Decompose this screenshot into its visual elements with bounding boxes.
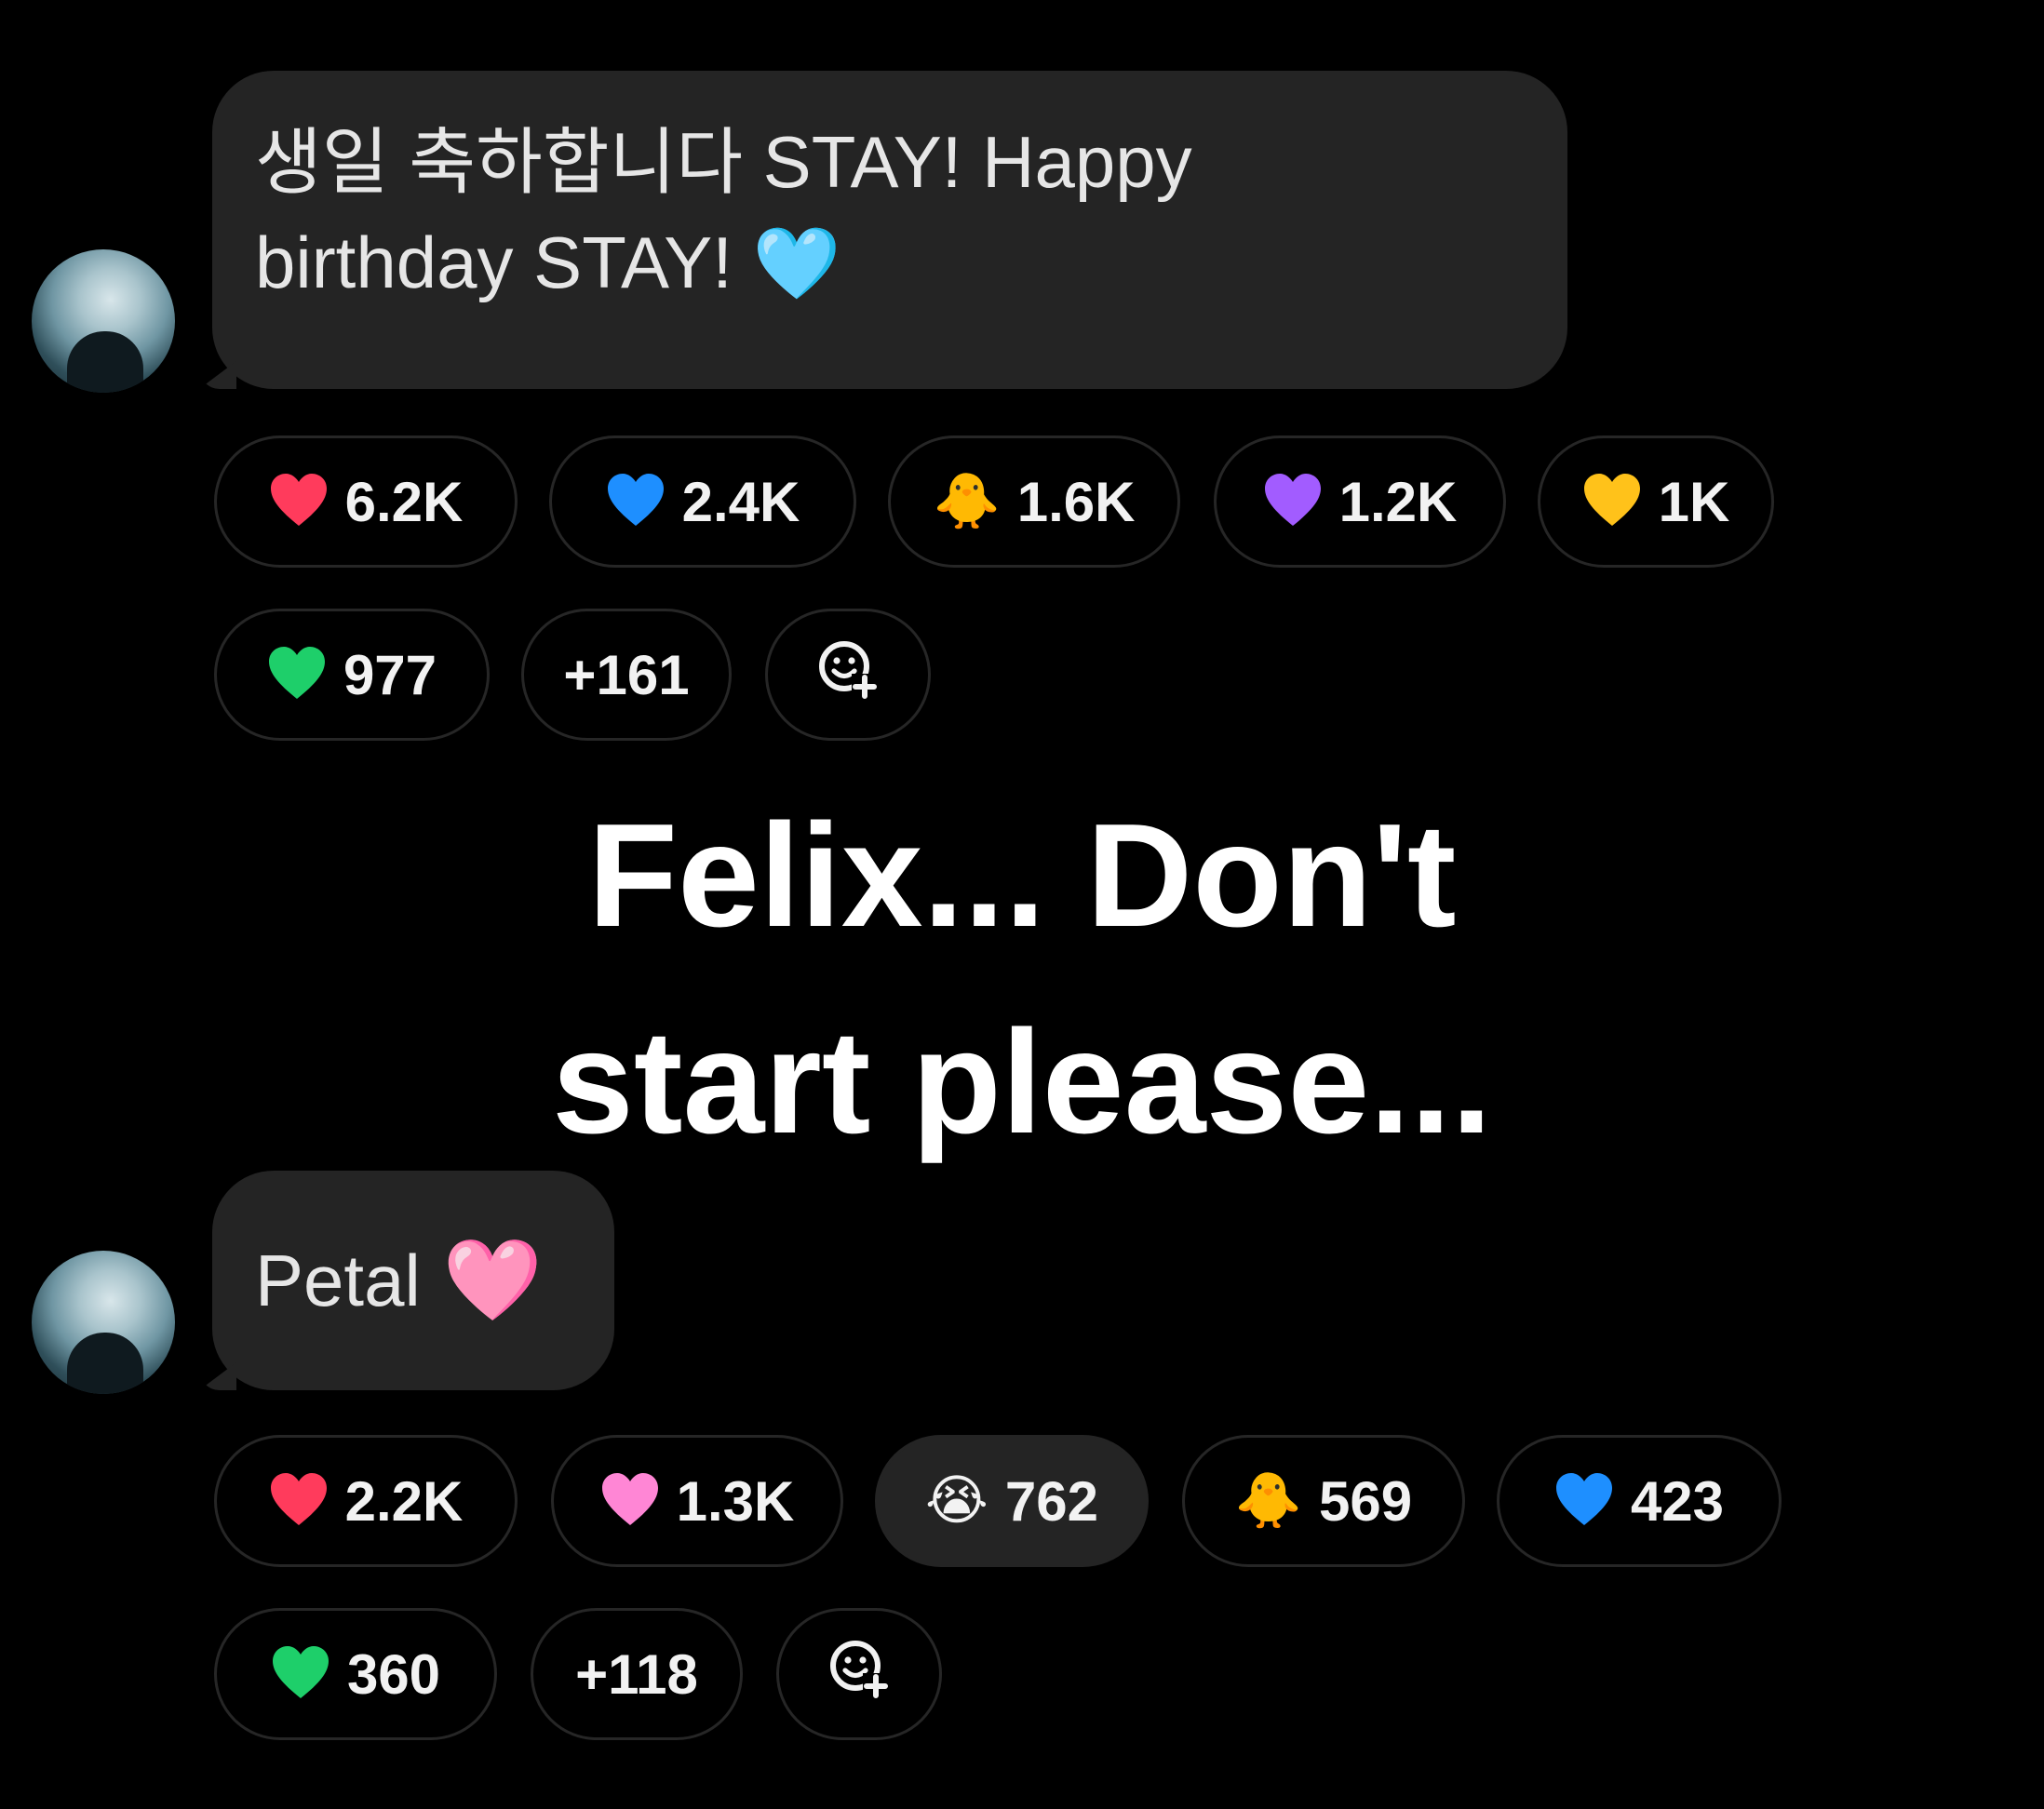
chick-icon: 🐥: [1234, 1470, 1303, 1531]
purple-heart-icon: [1263, 472, 1323, 531]
message-text: Petal: [255, 1240, 421, 1321]
message-text-line-2: birthday STAY!: [255, 221, 733, 303]
add-reaction-icon: [814, 635, 881, 715]
reaction-purple-heart[interactable]: 1.2K: [1214, 436, 1506, 568]
reaction-chick[interactable]: 🐥 1.6K: [888, 436, 1180, 568]
more-reactions-count: +161: [563, 643, 690, 706]
reaction-count: 2.2K: [344, 1469, 464, 1533]
reaction-chick[interactable]: 🐥 569: [1182, 1435, 1465, 1567]
reaction-pink-heart[interactable]: 1.3K: [551, 1435, 843, 1567]
reaction-count: 1.2K: [1338, 470, 1458, 533]
green-heart-icon: [271, 1644, 330, 1704]
message-bubble[interactable]: Petal 🩷: [199, 1171, 614, 1390]
pink-heart-icon: 🩷: [442, 1236, 543, 1325]
message-bubble[interactable]: 생일 축하합니다 STAY! Happy birthday STAY! 🩵: [199, 71, 1567, 389]
add-reaction-button[interactable]: [765, 609, 931, 741]
reaction-blue-heart[interactable]: 423: [1497, 1435, 1782, 1567]
reaction-count: 1K: [1658, 470, 1730, 533]
red-heart-icon: [269, 1471, 329, 1531]
avatar[interactable]: [32, 1251, 175, 1394]
reaction-red-heart[interactable]: 6.2K: [214, 436, 518, 568]
chick-icon: 🐥: [933, 471, 1001, 531]
more-reactions-button[interactable]: +161: [521, 609, 732, 741]
pink-heart-icon: [600, 1471, 660, 1531]
reaction-count: 423: [1630, 1469, 1725, 1533]
reaction-count: 2.4K: [681, 470, 800, 533]
overlay-caption-line-2: start please...: [552, 1000, 1492, 1164]
light-blue-heart-icon: 🩵: [752, 224, 841, 303]
reaction-count: 1.6K: [1016, 470, 1136, 533]
reaction-blue-heart[interactable]: 2.4K: [549, 436, 856, 568]
add-reaction-button[interactable]: [776, 1608, 942, 1740]
blue-heart-icon: [606, 472, 666, 531]
blue-heart-icon: [1554, 1471, 1614, 1531]
reaction-count: 360: [346, 1642, 441, 1706]
reaction-count: 6.2K: [344, 470, 464, 533]
overlay-caption-line-1: Felix... Don't: [587, 794, 1457, 958]
reaction-count: 569: [1319, 1469, 1413, 1533]
reaction-count: 977: [343, 643, 437, 706]
add-reaction-icon: [826, 1634, 893, 1714]
reaction-count: 762: [1004, 1469, 1098, 1533]
yellow-heart-icon: [1582, 472, 1642, 531]
crying-face-icon: 😭: [925, 1470, 988, 1531]
message-text-line-1: 생일 축하합니다 STAY! Happy: [255, 121, 1192, 203]
reaction-crying-face[interactable]: 😭 762: [875, 1435, 1149, 1567]
reaction-red-heart[interactable]: 2.2K: [214, 1435, 518, 1567]
bubble-tail: [199, 361, 236, 389]
overlay-caption: Felix... Don't start please...: [0, 772, 2044, 1186]
bubble-tail: [199, 1362, 236, 1390]
reaction-green-heart[interactable]: 977: [214, 609, 490, 741]
reaction-green-heart[interactable]: 360: [214, 1608, 497, 1740]
reaction-count: 1.3K: [676, 1469, 795, 1533]
avatar[interactable]: [32, 249, 175, 393]
more-reactions-button[interactable]: +118: [531, 1608, 743, 1740]
more-reactions-count: +118: [575, 1642, 698, 1706]
reaction-yellow-heart[interactable]: 1K: [1538, 436, 1774, 568]
red-heart-icon: [269, 472, 329, 531]
green-heart-icon: [267, 645, 327, 704]
